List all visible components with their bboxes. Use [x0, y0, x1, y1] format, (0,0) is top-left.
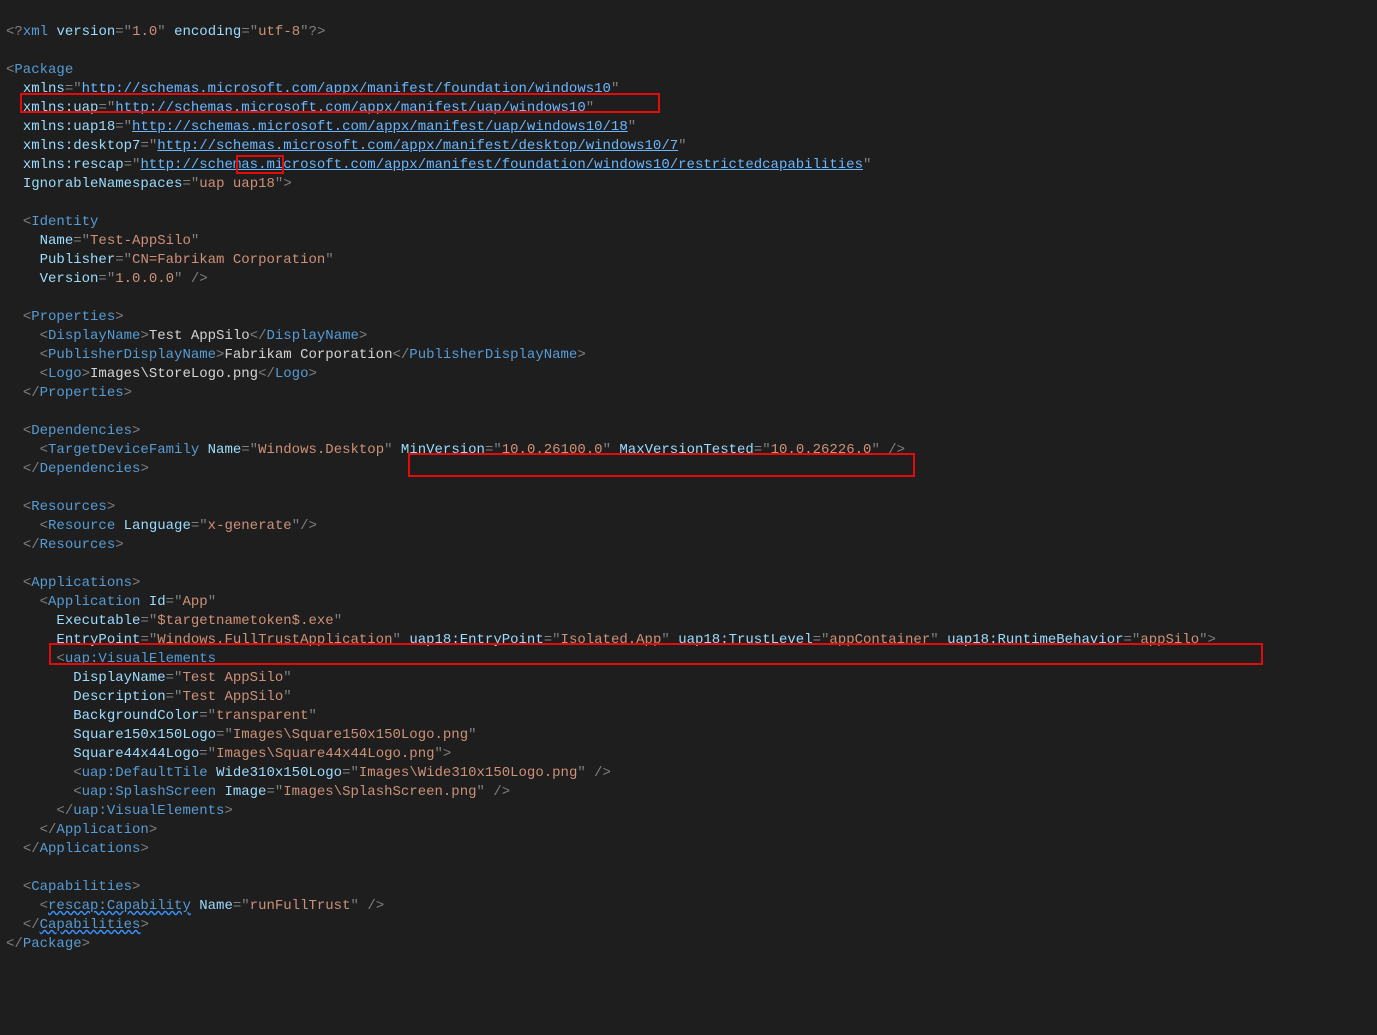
code-editor: <?xml version="1.0" encoding="utf-8"?> <… [0, 0, 1377, 1034]
prop-display-name: Test AppSilo [149, 328, 250, 344]
ve-bg: transparent [216, 708, 308, 724]
app-uap18-entry: Isolated.App [561, 632, 662, 648]
identity-name: Test-AppSilo [90, 233, 191, 249]
tdf-name: Windows.Desktop [258, 442, 384, 458]
prop-logo: Images\StoreLogo.png [90, 366, 258, 382]
xml-encoding: utf-8 [258, 24, 300, 40]
app-id: App [182, 594, 207, 610]
ve-display-name: Test AppSilo [182, 670, 283, 686]
app-uap18-trust: appContainer [829, 632, 930, 648]
xmlns-rescap-link[interactable]: http://schemas.microsoft.com/appx/manife… [140, 157, 863, 173]
tdf-min: 10.0.26100.0 [502, 442, 603, 458]
resource-lang: x-generate [208, 518, 292, 534]
identity-publisher: CN=Fabrikam Corporation [132, 252, 325, 268]
tdf-max: 10.0.26226.0 [771, 442, 872, 458]
app-entry: Windows.FullTrustApplication [157, 632, 392, 648]
ignorable-front: uap [199, 176, 224, 192]
prop-publisher-display-name: Fabrikam Corporation [224, 347, 392, 363]
ve-wide310: Images\Wide310x150Logo.png [359, 765, 577, 781]
cap-name: runFullTrust [250, 898, 351, 914]
identity-version: 1.0.0.0 [115, 271, 174, 287]
xmlns-desktop7-link[interactable]: http://schemas.microsoft.com/appx/manife… [157, 138, 678, 154]
xmlns-uap18-link[interactable]: http://schemas.microsoft.com/appx/manife… [132, 119, 628, 135]
ignorable-hl: uap18 [233, 176, 275, 192]
ve-sq150: Images\Square150x150Logo.png [233, 727, 468, 743]
ve-splash: Images\SplashScreen.png [283, 784, 476, 800]
xmlns-uap-link[interactable]: http://schemas.microsoft.com/appx/manife… [115, 100, 585, 116]
xml-version: 1.0 [132, 24, 157, 40]
ve-sq44: Images\Square44x44Logo.png [216, 746, 434, 762]
ve-description: Test AppSilo [182, 689, 283, 705]
app-uap18-rt: appSilo [1140, 632, 1199, 648]
xmlns-link[interactable]: http://schemas.microsoft.com/appx/manife… [82, 81, 611, 97]
app-exe: $targetnametoken$.exe [157, 613, 333, 629]
